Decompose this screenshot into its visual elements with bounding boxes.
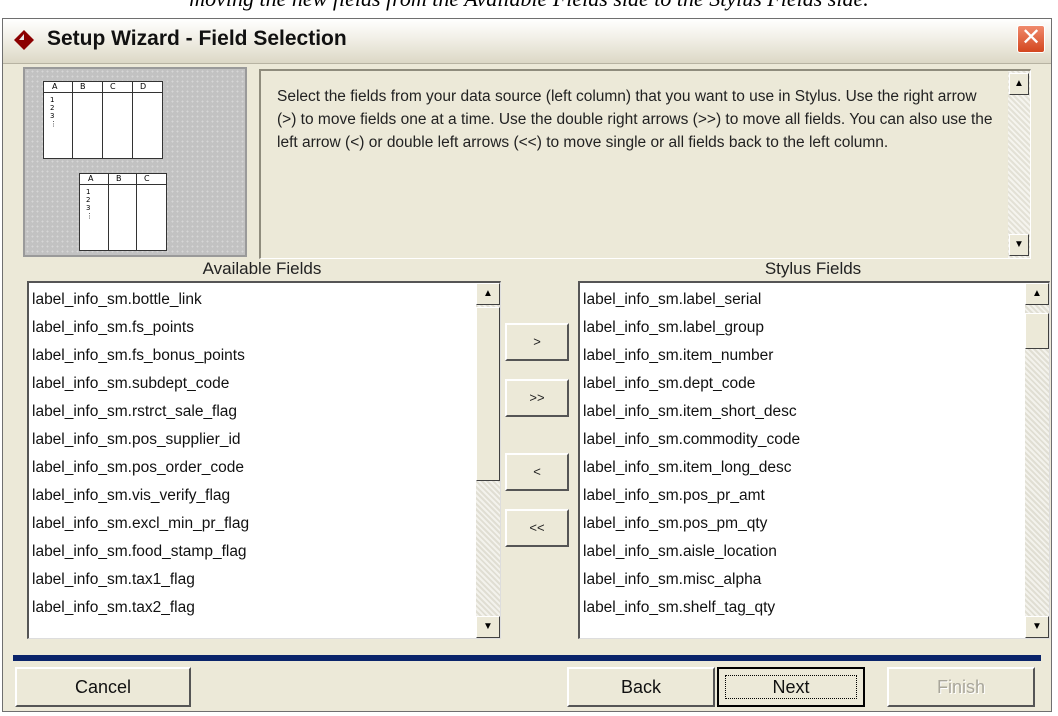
- scroll-down-icon: ▼: [1014, 239, 1024, 250]
- scroll-up-button[interactable]: ▲: [1009, 73, 1029, 95]
- back-button-label: Back: [620, 677, 662, 697]
- scroll-down-button[interactable]: ▼: [1025, 616, 1049, 638]
- available-fields-label: Available Fields: [202, 259, 322, 278]
- scroll-down-icon: ▼: [483, 621, 493, 632]
- list-item[interactable]: label_info_sm.pos_pr_amt: [583, 482, 800, 510]
- list-item[interactable]: label_info_sm.dept_code: [583, 370, 800, 398]
- list-item[interactable]: label_info_sm.item_number: [583, 342, 800, 370]
- list-item[interactable]: label_info_sm.pos_order_code: [32, 454, 249, 482]
- list-item[interactable]: label_info_sm.food_stamp_flag: [32, 538, 249, 566]
- list-item[interactable]: label_info_sm.item_long_desc: [583, 454, 800, 482]
- cancel-button[interactable]: Cancel: [15, 667, 191, 707]
- list-item[interactable]: label_info_sm.label_group: [583, 314, 800, 342]
- scroll-up-icon: ▲: [1014, 78, 1024, 89]
- scroll-down-icon: ▼: [1032, 621, 1042, 632]
- scroll-thumb[interactable]: [1025, 313, 1049, 349]
- stylus-fields-label: Stylus Fields: [764, 259, 862, 278]
- document-caption: moving the new fields from the Available…: [0, 0, 1058, 12]
- list-item[interactable]: label_info_sm.tax1_flag: [32, 566, 249, 594]
- back-button[interactable]: Back: [567, 667, 715, 707]
- list-item[interactable]: label_info_sm.commodity_code: [583, 426, 800, 454]
- cancel-button-label: Cancel: [74, 677, 132, 697]
- list-item[interactable]: label_info_sm.bottle_link: [32, 286, 249, 314]
- list-item[interactable]: label_info_sm.shelf_tag_qty: [583, 594, 800, 622]
- scroll-up-button[interactable]: ▲: [476, 283, 500, 305]
- instructions-box[interactable]: Select the fields from your data source …: [259, 69, 1031, 259]
- wizard-illustration: A B C D 1 2 3 ⋮ A B C 1 2 3 ⋮: [23, 67, 247, 257]
- setup-wizard-window: Setup Wizard - Field Selection ✕ A B C D…: [2, 18, 1052, 712]
- illustration-sheet-small: A B C 1 2 3 ⋮: [79, 173, 167, 251]
- stylus-fields-list[interactable]: label_info_sm.label_serial label_info_sm…: [578, 281, 1050, 639]
- finish-button[interactable]: Finish: [887, 667, 1035, 707]
- available-fields-scrollbar[interactable]: ▲ ▼: [476, 283, 500, 638]
- scroll-down-button[interactable]: ▼: [476, 616, 500, 638]
- footer-divider: [13, 655, 1041, 661]
- close-button[interactable]: ✕: [1017, 25, 1045, 53]
- next-button[interactable]: Next: [717, 667, 865, 707]
- stylus-fields-scrollbar[interactable]: ▲ ▼: [1025, 283, 1049, 638]
- remove-one-button[interactable]: <: [505, 453, 569, 491]
- list-item[interactable]: label_info_sm.pos_pm_qty: [583, 510, 800, 538]
- list-item[interactable]: label_info_sm.vis_verify_flag: [32, 482, 249, 510]
- list-item[interactable]: label_info_sm.label_serial: [583, 286, 800, 314]
- window-title: Setup Wizard - Field Selection: [47, 27, 347, 50]
- list-item[interactable]: label_info_sm.fs_bonus_points: [32, 342, 249, 370]
- next-button-label: Next: [772, 677, 810, 697]
- instructions-text: Select the fields from your data source …: [277, 88, 993, 151]
- app-icon: [14, 30, 34, 50]
- list-item[interactable]: label_info_sm.pos_supplier_id: [32, 426, 249, 454]
- close-icon: ✕: [1020, 24, 1042, 51]
- scroll-up-icon: ▲: [1032, 288, 1042, 299]
- available-fields-list[interactable]: label_info_sm.bottle_link label_info_sm.…: [27, 281, 501, 639]
- scroll-thumb[interactable]: [476, 307, 500, 481]
- add-all-button[interactable]: >>: [505, 379, 569, 417]
- list-item[interactable]: label_info_sm.misc_alpha: [583, 566, 800, 594]
- remove-all-button[interactable]: <<: [505, 509, 569, 547]
- scroll-up-icon: ▲: [483, 288, 493, 299]
- title-bar[interactable]: Setup Wizard - Field Selection ✕: [3, 19, 1051, 64]
- instructions-scrollbar[interactable]: ▲ ▼: [1008, 71, 1030, 258]
- list-item[interactable]: label_info_sm.fs_points: [32, 314, 249, 342]
- add-one-button[interactable]: >: [505, 323, 569, 361]
- list-item[interactable]: label_info_sm.subdept_code: [32, 370, 249, 398]
- finish-button-label: Finish: [936, 677, 985, 697]
- scroll-down-button[interactable]: ▼: [1009, 234, 1029, 256]
- list-item[interactable]: label_info_sm.excl_min_pr_flag: [32, 510, 249, 538]
- list-item[interactable]: label_info_sm.aisle_location: [583, 538, 800, 566]
- illustration-sheet-large: A B C D 1 2 3 ⋮: [43, 81, 163, 159]
- list-item[interactable]: label_info_sm.tax2_flag: [32, 594, 249, 622]
- list-item[interactable]: label_info_sm.item_short_desc: [583, 398, 800, 426]
- list-item[interactable]: label_info_sm.rstrct_sale_flag: [32, 398, 249, 426]
- scroll-up-button[interactable]: ▲: [1025, 283, 1049, 305]
